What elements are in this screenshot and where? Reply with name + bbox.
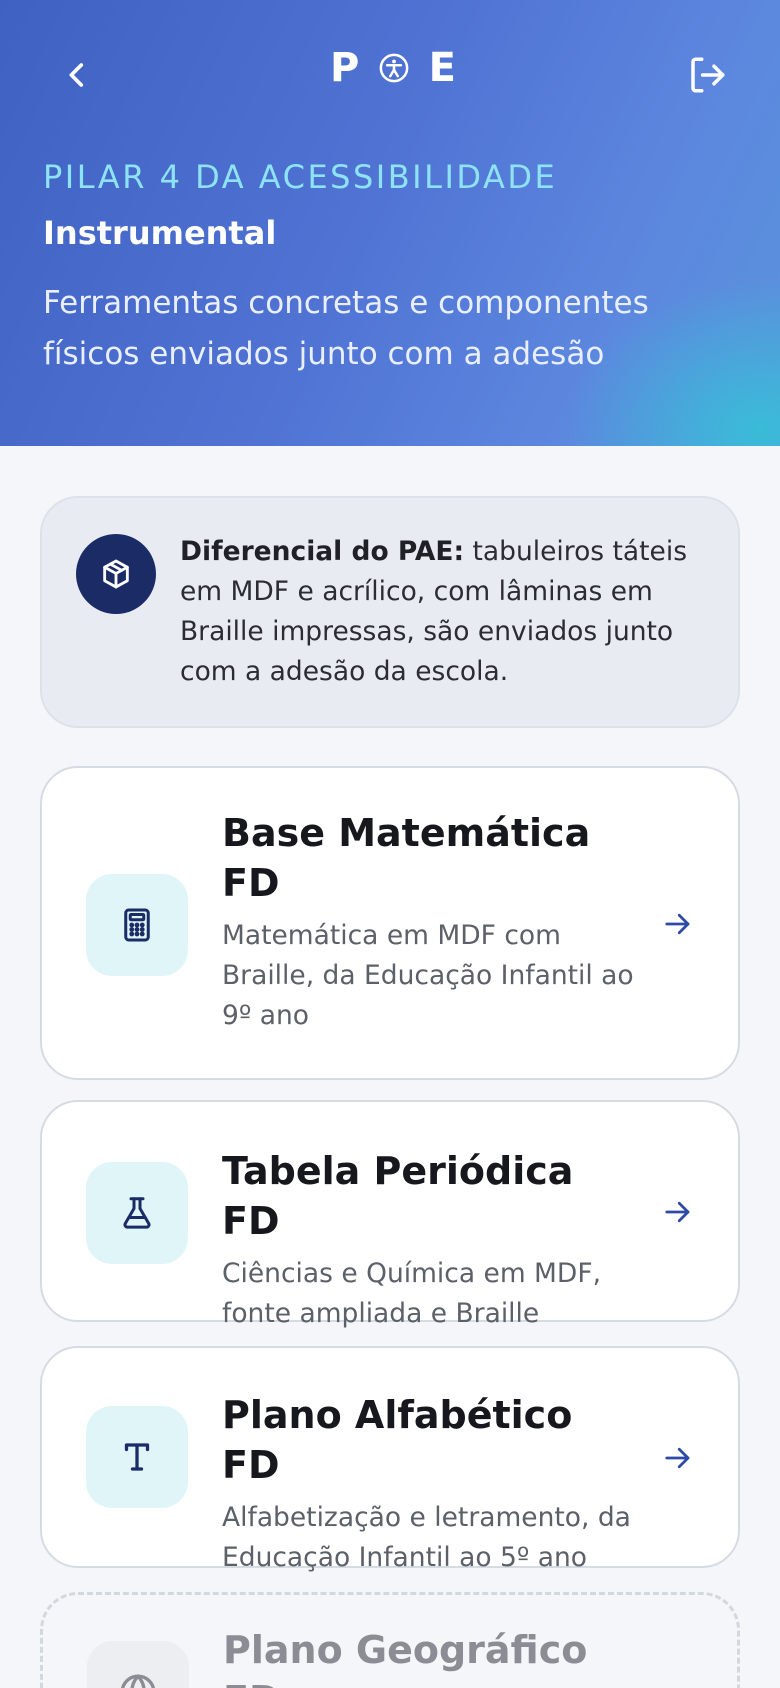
type-icon	[86, 1406, 188, 1508]
note-strong: Diferencial do PAE:	[180, 536, 465, 567]
calculator-icon	[86, 874, 188, 976]
logout-icon	[691, 57, 725, 93]
pillar-description: Ferramentas concretas e componentes físi…	[43, 285, 649, 372]
pillar-eyebrow: PILAR 4 DA ACESSIBILIDADE	[43, 158, 558, 196]
tool-text: Plano Alfabético FD Alfabetização e letr…	[222, 1390, 642, 1578]
chevron-left-icon	[69, 63, 84, 87]
tool-description: Ciências e Química em MDF, fonte ampliad…	[222, 1258, 601, 1329]
flask-icon	[86, 1162, 188, 1264]
tool-card-base-matematica[interactable]: Base Matemática FD Matemática em MDF com…	[40, 766, 740, 1080]
tool-text: Base Matemática FD Matemática em MDF com…	[222, 808, 642, 1036]
tool-text: Plano Geográfico FD	[223, 1625, 643, 1688]
package-icon	[76, 534, 156, 614]
tool-card-plano-geografico[interactable]: Plano Geográfico FD	[40, 1592, 740, 1688]
accessibility-icon	[379, 53, 409, 83]
tool-card-plano-alfabetico[interactable]: Plano Alfabético FD Alfabetização e letr…	[40, 1346, 740, 1573]
pillar-header: P E PILAR 4 DA ACESSIBILIDADE Instrument…	[0, 0, 780, 446]
logo-letter-p: P	[330, 45, 360, 91]
arrow-right-icon	[658, 904, 698, 944]
page-title: Instrumental	[43, 214, 277, 252]
pae-logo: P E	[330, 40, 456, 96]
tool-title: Tabela Periódica FD	[222, 1149, 574, 1243]
tool-text: Tabela Periódica FD Ciências e Química e…	[222, 1146, 642, 1334]
back-button[interactable]	[42, 40, 112, 110]
tool-title: Plano Alfabético FD	[222, 1393, 573, 1487]
tool-title: Plano Geográfico FD	[223, 1628, 588, 1688]
globe-icon	[87, 1641, 189, 1688]
note-text: Diferencial do PAE: tabuleiros táteis em…	[180, 532, 720, 692]
tool-description: Alfabetização e letramento, da Educação …	[222, 1502, 631, 1573]
arrow-right-icon	[658, 1438, 698, 1478]
arrow-right-icon	[658, 1192, 698, 1232]
tool-title: Base Matemática FD	[222, 811, 591, 905]
tool-description: Matemática em MDF com Braille, da Educaç…	[222, 920, 634, 1031]
tool-card-tabela-periodica[interactable]: Tabela Periódica FD Ciências e Química e…	[40, 1100, 740, 1329]
logout-button[interactable]	[672, 40, 742, 110]
pae-differential-note: Diferencial do PAE: tabuleiros táteis em…	[40, 496, 740, 728]
logo-letter-e: E	[428, 45, 456, 91]
